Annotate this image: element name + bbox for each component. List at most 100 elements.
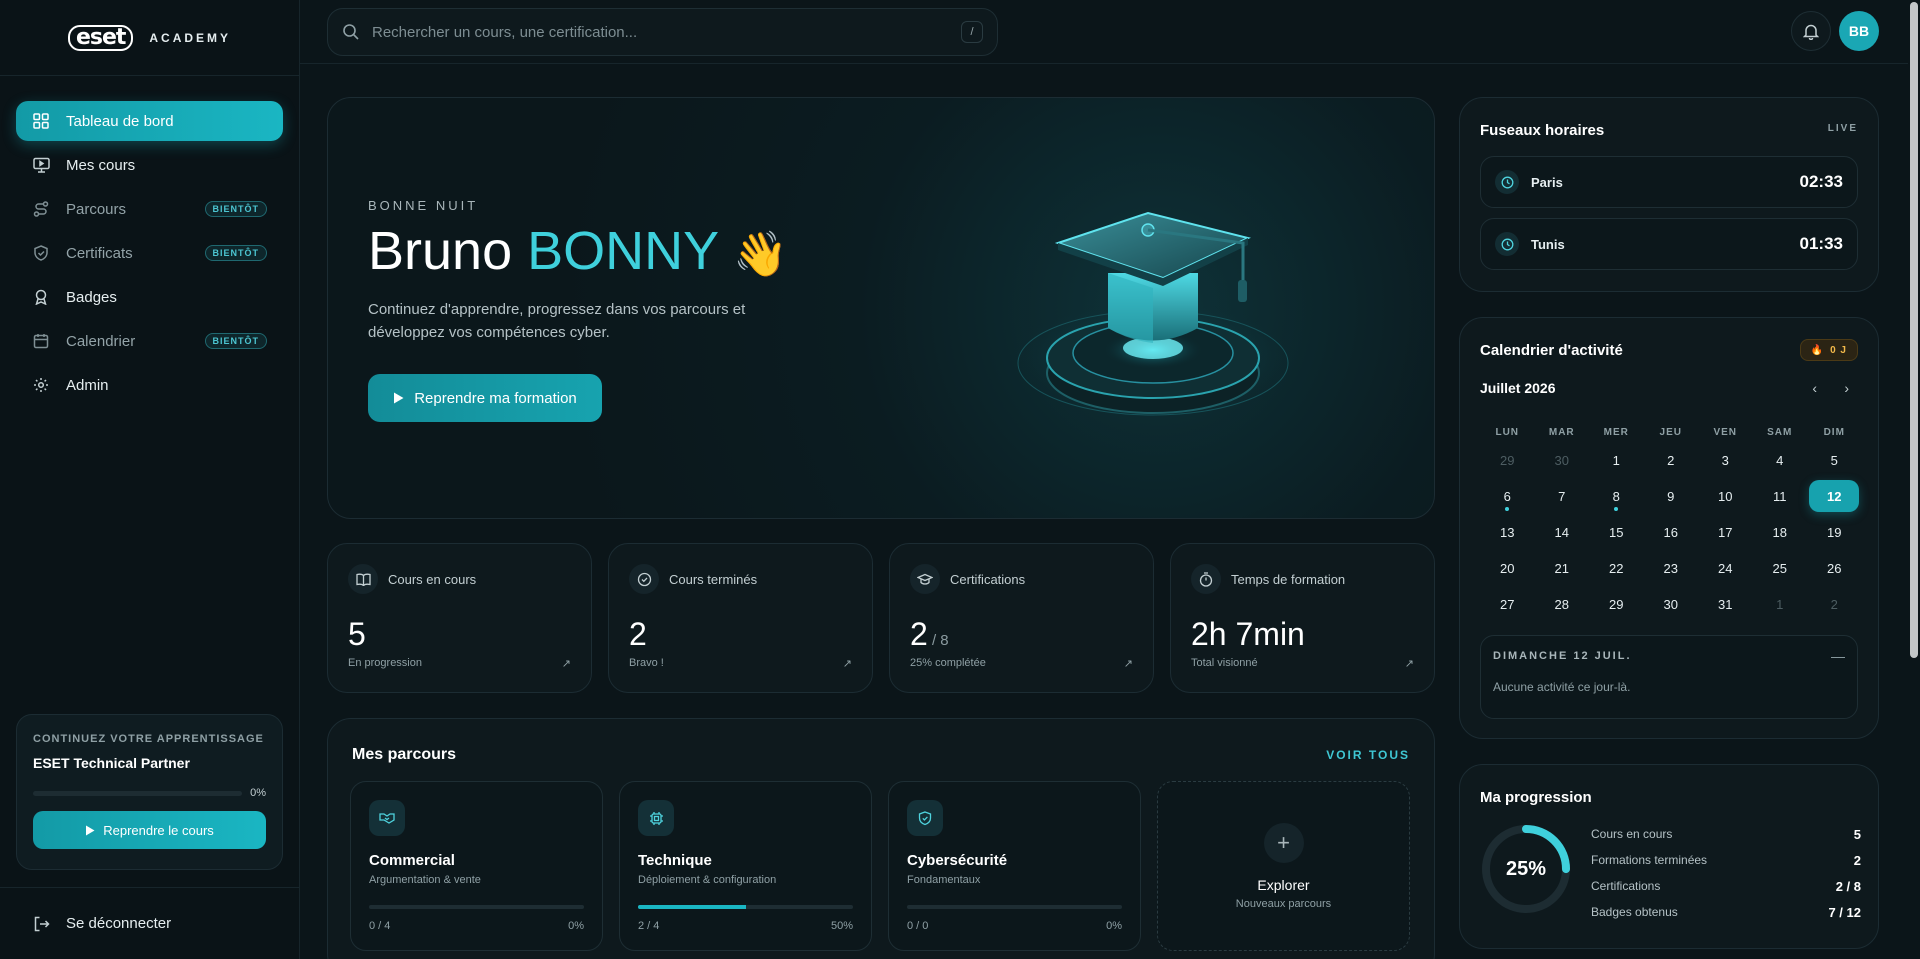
- calendar-day[interactable]: 8: [1589, 480, 1644, 512]
- calendar-day[interactable]: 6: [1480, 480, 1535, 512]
- calendar-day-today[interactable]: 12: [1809, 480, 1860, 512]
- timezone-paris: Paris 02:33: [1480, 156, 1858, 208]
- calendar-day[interactable]: 19: [1807, 516, 1862, 548]
- calendar-cell: 2: [1807, 588, 1862, 620]
- search-bar[interactable]: /: [327, 8, 998, 56]
- user-avatar[interactable]: BB: [1839, 11, 1879, 51]
- calendar-day-number: 14: [1554, 524, 1569, 540]
- calendar-day[interactable]: 27: [1480, 588, 1535, 620]
- gear-icon: [32, 376, 50, 394]
- timezone-city: Paris: [1531, 174, 1563, 190]
- calendar-day[interactable]: 30: [1644, 588, 1699, 620]
- calendar-day[interactable]: 9: [1644, 480, 1699, 512]
- calendar-day[interactable]: 29: [1589, 588, 1644, 620]
- calendar-day[interactable]: 17: [1698, 516, 1753, 548]
- resume-training-button[interactable]: Reprendre ma formation: [368, 374, 602, 422]
- page-scrollbar[interactable]: [1908, 0, 1920, 959]
- calendar-day[interactable]: 13: [1480, 516, 1535, 548]
- continue-progress: 0%: [33, 787, 266, 799]
- stat-header: Cours en cours: [348, 564, 571, 594]
- logo[interactable]: eset ACADEMY: [0, 0, 299, 76]
- calendar-day[interactable]: 1: [1753, 588, 1808, 620]
- calendar-day[interactable]: 25: [1753, 552, 1808, 584]
- calendar-day[interactable]: 31: [1698, 588, 1753, 620]
- chevron-left-icon[interactable]: ‹: [1812, 380, 1817, 396]
- my-paths-section: Mes parcours VOIR TOUS Commercial Argume…: [327, 718, 1435, 959]
- stat-card-training-time[interactable]: Temps de formation 2h 7min Total visionn…: [1170, 543, 1435, 693]
- calendar-day[interactable]: 3: [1698, 444, 1753, 476]
- sidebar-item-badges[interactable]: Badges: [16, 277, 283, 317]
- calendar-day[interactable]: 22: [1589, 552, 1644, 584]
- stat-footer: Total visionné ↗: [1191, 657, 1414, 670]
- stat-caption: Bravo !: [629, 657, 664, 669]
- calendar-day[interactable]: 4: [1753, 444, 1808, 476]
- stat-card-certifications[interactable]: Certifications 2 / 8 25% complétée ↗: [889, 543, 1154, 693]
- sidebar-item-admin[interactable]: Admin: [16, 365, 283, 405]
- sidebar-item-calendrier[interactable]: Calendrier BIENTÔT: [16, 321, 283, 361]
- sidebar-item-label: Parcours: [66, 200, 127, 218]
- sidebar-item-certificats[interactable]: Certificats BIENTÔT: [16, 233, 283, 273]
- calendar-day[interactable]: 1: [1589, 444, 1644, 476]
- calendar-day[interactable]: 23: [1644, 552, 1699, 584]
- stat-card-courses-in-progress[interactable]: Cours en cours 5 En progression ↗: [327, 543, 592, 693]
- path-footer: 0 / 4 0%: [369, 920, 584, 932]
- weekday-label: MAR: [1548, 426, 1575, 438]
- calendar-day-number: 30: [1663, 596, 1678, 612]
- calendar-day[interactable]: 29: [1480, 444, 1535, 476]
- resume-course-button[interactable]: Reprendre le cours: [33, 811, 266, 849]
- path-card-commercial[interactable]: Commercial Argumentation & vente 0 / 4 0…: [350, 781, 603, 951]
- calendar-day[interactable]: 2: [1644, 444, 1699, 476]
- calendar-day-number: 2: [1667, 452, 1675, 468]
- sidebar-item-mes-cours[interactable]: Mes cours: [16, 145, 283, 185]
- calendar-day[interactable]: 16: [1644, 516, 1699, 548]
- calendar-day[interactable]: 28: [1535, 588, 1590, 620]
- calendar-day[interactable]: 30: [1535, 444, 1590, 476]
- calendar-day[interactable]: 24: [1698, 552, 1753, 584]
- path-title: Technique: [638, 852, 712, 869]
- see-all-link[interactable]: VOIR TOUS: [1326, 748, 1410, 762]
- calendar-day[interactable]: 11: [1753, 480, 1808, 512]
- chevron-right-icon[interactable]: ›: [1844, 380, 1849, 396]
- notifications-button[interactable]: [1791, 11, 1831, 51]
- sidebar-item-parcours[interactable]: Parcours BIENTÔT: [16, 189, 283, 229]
- calendar-day[interactable]: 5: [1807, 444, 1862, 476]
- calendar-day[interactable]: 21: [1535, 552, 1590, 584]
- collapse-icon[interactable]: —: [1831, 648, 1845, 664]
- calendar-day[interactable]: 18: [1753, 516, 1808, 548]
- stat-value: 2 / 8: [910, 616, 1133, 653]
- calendar-day[interactable]: 2: [1807, 588, 1862, 620]
- path-title: Commercial: [369, 852, 455, 869]
- explore-paths-card[interactable]: + Explorer Nouveaux parcours: [1157, 781, 1410, 951]
- calendar-day-number: 7: [1558, 488, 1566, 504]
- flame-icon: 🔥: [1810, 344, 1825, 356]
- progress-row-value: 7 / 12: [1828, 904, 1861, 920]
- path-card-cybersecurite[interactable]: Cybersécurité Fondamentaux 0 / 0 0%: [888, 781, 1141, 951]
- calendar-day-number: 4: [1776, 452, 1784, 468]
- scrollbar-thumb[interactable]: [1910, 2, 1918, 658]
- calendar-day[interactable]: 14: [1535, 516, 1590, 548]
- logout-button[interactable]: Se déconnecter: [0, 887, 300, 959]
- search-input[interactable]: [372, 23, 961, 41]
- calendar-cell: 18: [1753, 516, 1808, 548]
- explore-title: Explorer: [1257, 876, 1310, 893]
- stat-card-courses-completed[interactable]: Cours terminés 2 Bravo ! ↗: [608, 543, 873, 693]
- calendar-day[interactable]: 10: [1698, 480, 1753, 512]
- coming-soon-badge: BIENTÔT: [204, 245, 267, 261]
- sidebar-item-tableau-de-bord[interactable]: Tableau de bord: [16, 101, 283, 141]
- weekday-label: JEU: [1659, 426, 1682, 438]
- stat-label: Cours terminés: [669, 571, 758, 587]
- calendar-day[interactable]: 26: [1807, 552, 1862, 584]
- logout-label: Se déconnecter: [66, 915, 172, 932]
- calendar-month: Juillet 2026: [1480, 380, 1556, 396]
- path-card-technique[interactable]: Technique Déploiement & configuration 2 …: [619, 781, 872, 951]
- calendar-day-number: 26: [1827, 560, 1842, 576]
- calendar-day[interactable]: 15: [1589, 516, 1644, 548]
- activity-calendar-panel: Calendrier d'activité 🔥 0 J Juillet 2026…: [1459, 317, 1879, 739]
- calendar-grid: LUN MAR MER JEU VEN SAM DIM 29 30 1 2 3 4 5 6 7 8 9 10 11 12…: [1480, 422, 1862, 622]
- chip-icon: [638, 800, 674, 836]
- calendar-day[interactable]: 7: [1535, 480, 1590, 512]
- calendar-day[interactable]: 20: [1480, 552, 1535, 584]
- path-title: Cybersécurité: [907, 852, 1008, 869]
- calendar-cell: 10: [1698, 480, 1753, 512]
- sidebar-item-label: Admin: [66, 376, 109, 394]
